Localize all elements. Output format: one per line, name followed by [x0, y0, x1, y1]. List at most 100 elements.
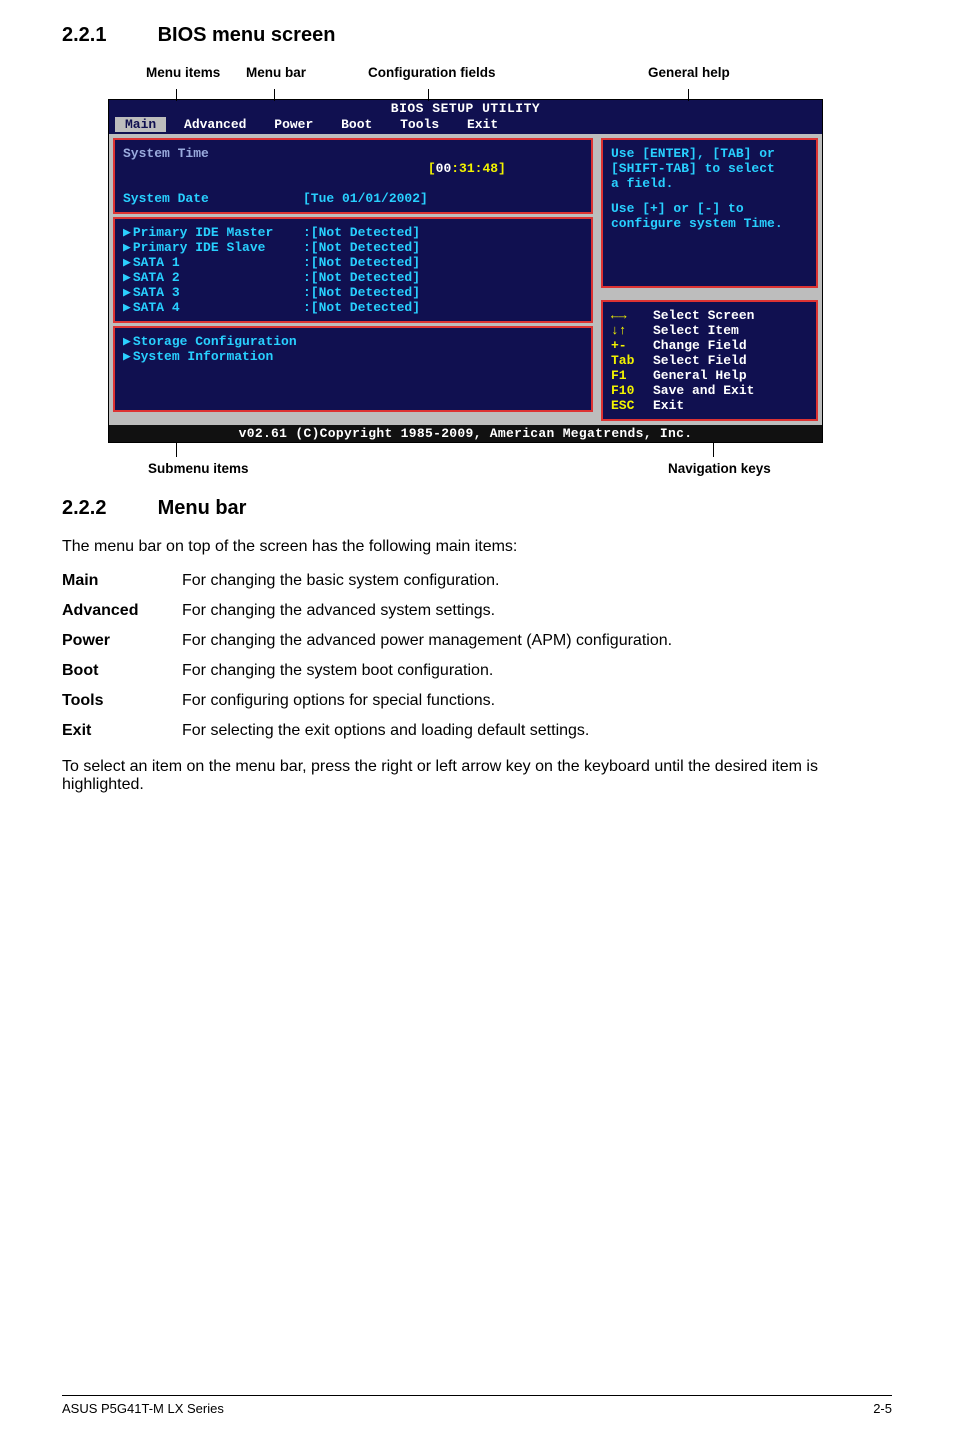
callout-tick	[176, 443, 177, 457]
row-system-info[interactable]: ▶System Information	[123, 349, 583, 364]
callout-general-help: General help	[648, 65, 730, 80]
outro-text: To select an item on the menu bar, press…	[62, 758, 892, 794]
row-primary-ide-slave[interactable]: ▶Primary IDE Slave:[Not Detected]	[123, 240, 583, 255]
cell-key: Main	[62, 566, 182, 596]
table-row: PowerFor changing the advanced power man…	[62, 626, 680, 656]
nav-row: F10Save and Exit	[611, 383, 808, 398]
intro-text: The menu bar on top of the screen has th…	[62, 538, 892, 556]
cell-val: For changing the advanced power manageme…	[182, 626, 680, 656]
txt: SATA 4	[133, 300, 180, 315]
tab-exit[interactable]: Exit	[457, 117, 508, 132]
bios-help-box: Use [ENTER], [TAB] or [SHIFT-TAB] to sel…	[601, 138, 818, 288]
cell-key: Advanced	[62, 596, 182, 626]
nav-row: ESCExit	[611, 398, 808, 413]
txt: Primary IDE Slave	[133, 240, 266, 255]
val: :[Not Detected]	[303, 255, 420, 270]
row-system-time[interactable]: System Time [00:31:48]	[123, 146, 583, 191]
nav-val: General Help	[653, 368, 747, 383]
txt: SATA 3	[133, 285, 180, 300]
triangle-icon: ▶	[123, 349, 131, 364]
val: :[Not Detected]	[303, 270, 420, 285]
heading-title: BIOS menu screen	[158, 24, 336, 46]
nav-key: ←→	[611, 308, 653, 323]
table-row: MainFor changing the basic system config…	[62, 566, 680, 596]
row-storage-config[interactable]: ▶Storage Configuration	[123, 334, 583, 349]
cell-val: For changing the basic system configurat…	[182, 566, 680, 596]
nav-val: Save and Exit	[653, 383, 754, 398]
heading-num: 2.2.2	[62, 497, 152, 520]
help-line: [SHIFT-TAB] to select	[611, 161, 808, 176]
row-primary-ide-master[interactable]: ▶Primary IDE Master:[Not Detected]	[123, 225, 583, 240]
row-sata2[interactable]: ▶SATA 2:[Not Detected]	[123, 270, 583, 285]
help-line: a field.	[611, 176, 808, 191]
cell-val: For configuring options for special func…	[182, 686, 680, 716]
tab-power[interactable]: Power	[264, 117, 323, 132]
callout-tick	[274, 89, 275, 101]
heading-num: 2.2.1	[62, 24, 152, 47]
tab-boot[interactable]: Boot	[331, 117, 382, 132]
cell-key: Power	[62, 626, 182, 656]
bios-main-panel: System Time [00:31:48] System Date [Tue …	[109, 134, 597, 425]
label-system-date: System Date	[123, 191, 303, 206]
spacer	[611, 191, 808, 201]
label: ▶SATA 3	[123, 285, 303, 300]
callouts-top: Menu items Menu bar Configuration fields…	[108, 65, 866, 99]
val: :[Not Detected]	[303, 300, 420, 315]
row-system-date[interactable]: System Date [Tue 01/01/2002]	[123, 191, 583, 206]
menu-description-table: MainFor changing the basic system config…	[62, 566, 680, 746]
table-row: ToolsFor configuring options for special…	[62, 686, 680, 716]
bios-footer: v02.61 (C)Copyright 1985-2009, American …	[109, 425, 822, 442]
callout-tick	[713, 443, 714, 457]
nav-key: ESC	[611, 398, 653, 413]
row-sata1[interactable]: ▶SATA 1:[Not Detected]	[123, 255, 583, 270]
label: ▶System Information	[123, 349, 303, 364]
callout-tick	[176, 89, 177, 101]
cell-key: Tools	[62, 686, 182, 716]
label: ▶SATA 4	[123, 300, 303, 315]
nav-val: Select Field	[653, 353, 747, 368]
bios-box-drives: ▶Primary IDE Master:[Not Detected] ▶Prim…	[113, 217, 593, 323]
triangle-icon: ▶	[123, 225, 131, 240]
val: :[Not Detected]	[303, 285, 420, 300]
val-hh: 00	[436, 161, 452, 176]
nav-row: ↓↑Select Item	[611, 323, 808, 338]
bios-screenshot: BIOS SETUP UTILITY Main Advanced Power B…	[108, 99, 866, 443]
cell-val: For changing the system boot configurati…	[182, 656, 680, 686]
cell-val: For changing the advanced system setting…	[182, 596, 680, 626]
tab-main[interactable]: Main	[115, 117, 166, 132]
row-sata3[interactable]: ▶SATA 3:[Not Detected]	[123, 285, 583, 300]
val: :[Not Detected]	[303, 225, 420, 240]
tab-tools[interactable]: Tools	[390, 117, 449, 132]
bios-body: System Time [00:31:48] System Date [Tue …	[109, 134, 822, 425]
page: 2.2.1 BIOS menu screen Menu items Menu b…	[0, 0, 954, 1438]
tab-advanced[interactable]: Advanced	[174, 117, 256, 132]
label: ▶Storage Configuration	[123, 334, 303, 349]
nav-row: TabSelect Field	[611, 353, 808, 368]
callout-submenu-items: Submenu items	[148, 461, 249, 476]
row-sata4[interactable]: ▶SATA 4:[Not Detected]	[123, 300, 583, 315]
heading-2-2-2: 2.2.2 Menu bar	[62, 497, 892, 520]
nav-val: Select Item	[653, 323, 739, 338]
label: ▶Primary IDE Master	[123, 225, 303, 240]
value-system-date: [Tue 01/01/2002]	[303, 191, 428, 206]
callouts-bottom: Submenu items Navigation keys	[108, 443, 866, 483]
callout-menu-items: Menu items	[146, 65, 220, 80]
cell-key: Exit	[62, 716, 182, 746]
help-line: Use [+] or [-] to	[611, 201, 808, 216]
nav-val: Exit	[653, 398, 684, 413]
nav-key: F10	[611, 383, 653, 398]
callout-menu-bar: Menu bar	[246, 65, 306, 80]
bios-window: BIOS SETUP UTILITY Main Advanced Power B…	[108, 99, 823, 443]
nav-key: ↓↑	[611, 323, 653, 338]
txt: System Information	[133, 349, 273, 364]
nav-key: F1	[611, 368, 653, 383]
txt: SATA 2	[133, 270, 180, 285]
callout-tick	[688, 89, 689, 101]
val-rest: :31:48]	[451, 161, 506, 176]
label: ▶SATA 2	[123, 270, 303, 285]
nav-row: ←→Select Screen	[611, 308, 808, 323]
table-row: AdvancedFor changing the advanced system…	[62, 596, 680, 626]
heading-title: Menu bar	[158, 497, 247, 519]
triangle-icon: ▶	[123, 255, 131, 270]
label-system-time: System Time	[123, 146, 303, 191]
